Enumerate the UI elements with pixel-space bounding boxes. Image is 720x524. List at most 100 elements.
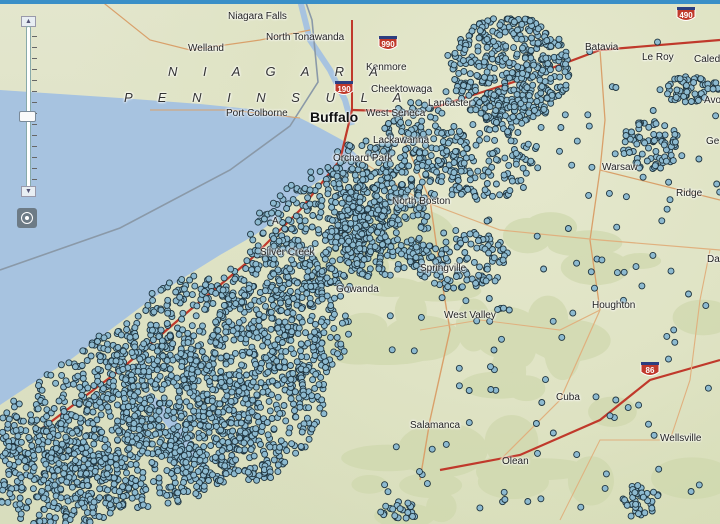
well-marker	[123, 469, 130, 477]
well-marker	[417, 223, 425, 231]
well-marker	[236, 305, 244, 313]
well-marker	[157, 286, 165, 294]
place-batavia: Batavia	[585, 42, 619, 53]
well-marker	[46, 518, 54, 524]
well-marker	[270, 425, 278, 433]
well-marker	[333, 172, 341, 180]
well-marker	[75, 400, 83, 408]
well-marker	[22, 464, 30, 471]
zoom-tick	[32, 58, 37, 59]
shield-number: 490	[679, 11, 693, 20]
well-marker	[94, 338, 101, 345]
well-marker	[245, 414, 252, 422]
locate-button[interactable]	[17, 208, 37, 228]
place-west-valley: West Valley	[444, 310, 496, 321]
well-marker	[148, 440, 156, 448]
well-marker	[366, 265, 374, 273]
well-marker	[412, 243, 420, 251]
well-marker	[119, 365, 127, 373]
well-marker	[650, 431, 658, 439]
zoom-slider[interactable]: ▲ ▼	[16, 16, 38, 197]
well-marker	[5, 443, 13, 450]
well-marker	[295, 313, 303, 321]
well-marker	[35, 446, 42, 454]
well-marker	[455, 184, 463, 192]
well-marker	[483, 265, 491, 273]
well-marker	[142, 440, 150, 448]
well-marker	[132, 477, 140, 484]
well-marker	[378, 212, 386, 220]
well-marker	[381, 124, 389, 132]
well-marker	[194, 342, 202, 350]
well-marker	[438, 109, 446, 117]
well-marker	[489, 150, 497, 157]
well-marker	[450, 169, 458, 177]
well-marker	[301, 217, 309, 225]
place-cuba: Cuba	[556, 392, 580, 403]
well-marker	[144, 449, 152, 457]
well-marker	[228, 292, 236, 299]
well-marker	[641, 139, 649, 147]
well-marker	[501, 496, 509, 503]
well-marker	[671, 138, 679, 146]
well-marker	[428, 445, 436, 453]
well-marker	[104, 363, 112, 371]
zoom-tick	[32, 135, 37, 136]
well-marker	[128, 349, 136, 357]
well-marker	[406, 258, 414, 266]
well-marker	[34, 493, 42, 501]
zoom-tick	[32, 168, 37, 169]
well-marker	[531, 106, 538, 114]
well-marker	[634, 482, 642, 490]
well-marker	[623, 501, 631, 509]
well-marker	[145, 356, 153, 364]
well-marker	[452, 273, 460, 281]
well-marker	[481, 186, 489, 194]
well-marker	[487, 386, 495, 393]
well-marker	[452, 87, 460, 95]
well-marker	[396, 505, 404, 513]
well-marker	[156, 489, 164, 497]
well-marker	[24, 450, 32, 457]
well-marker	[336, 256, 344, 264]
well-marker	[561, 111, 569, 119]
well-marker	[549, 429, 557, 437]
well-marker	[222, 470, 230, 478]
well-marker	[282, 417, 290, 425]
well-marker	[139, 501, 147, 509]
well-marker	[442, 165, 449, 173]
well-marker	[177, 412, 185, 420]
well-marker	[230, 336, 238, 344]
well-marker	[450, 159, 458, 167]
well-marker	[276, 443, 284, 451]
zoom-handle[interactable]	[19, 110, 36, 122]
well-marker	[169, 340, 177, 348]
zoom-out-button[interactable]: ▼	[21, 186, 36, 197]
well-marker	[483, 43, 491, 51]
well-marker	[454, 177, 462, 184]
well-marker	[180, 452, 188, 460]
interstate-shield-990: 990	[378, 36, 398, 53]
well-marker	[311, 352, 319, 359]
zoom-track[interactable]	[26, 26, 31, 188]
well-marker	[324, 164, 332, 171]
well-marker	[474, 167, 482, 175]
well-marker	[650, 130, 658, 138]
well-marker	[120, 394, 128, 402]
well-marker	[34, 405, 42, 413]
well-marker	[221, 462, 229, 470]
well-marker	[612, 396, 620, 404]
well-marker	[695, 481, 703, 489]
well-marker	[635, 401, 643, 409]
place-salamanca: Salamanca	[410, 420, 461, 431]
well-marker	[382, 168, 390, 176]
well-marker	[381, 271, 389, 279]
shield-number: 86	[645, 366, 655, 375]
well-marker	[469, 121, 477, 129]
well-marker	[514, 26, 521, 34]
well-marker	[293, 301, 301, 309]
well-marker	[180, 478, 187, 486]
well-marker	[220, 301, 228, 309]
map-canvas[interactable]: Niagara Falls Welland North Tonawanda Ke…	[0, 0, 720, 524]
well-marker	[358, 142, 366, 150]
